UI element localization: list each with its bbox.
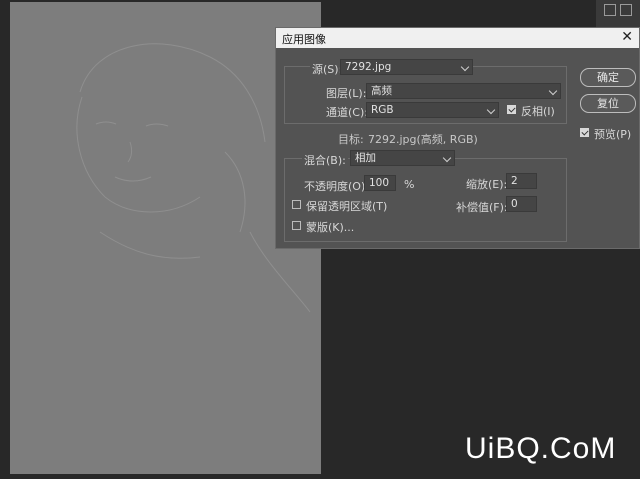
- scale-label: 缩放(E):: [466, 178, 508, 191]
- offset-value: 0: [511, 198, 518, 210]
- scale-value: 2: [511, 175, 518, 187]
- mask-label[interactable]: 蒙版(K)...: [306, 219, 354, 235]
- offset-label: 补偿值(F):: [456, 201, 508, 214]
- chevron-down-icon: [548, 86, 558, 96]
- panel-icon[interactable]: [620, 4, 632, 16]
- source-select[interactable]: 7292.jpg: [340, 59, 473, 75]
- preview-label[interactable]: 预览(P): [594, 126, 631, 142]
- target-label: 目标:: [338, 133, 364, 146]
- panel-icon[interactable]: [604, 4, 616, 16]
- layer-select[interactable]: 高频: [366, 83, 561, 99]
- target-value: 7292.jpg(高频, RGB): [368, 133, 478, 146]
- chevron-down-icon: [460, 62, 470, 72]
- opacity-input[interactable]: 100: [364, 175, 396, 191]
- close-icon[interactable]: ✕: [621, 29, 633, 45]
- reset-button[interactable]: 复位: [580, 94, 636, 113]
- dialog-title: 应用图像: [282, 33, 326, 46]
- opacity-label: 不透明度(O):: [304, 180, 369, 193]
- invert-label[interactable]: 反相(I): [521, 103, 555, 119]
- layer-value: 高频: [371, 85, 392, 97]
- apply-image-dialog: 应用图像 ✕ 源(S): 7292.jpg 图层(L): 高频 通道(C): R…: [275, 27, 640, 249]
- channel-value: RGB: [371, 104, 394, 116]
- channel-label: 通道(C):: [326, 106, 368, 119]
- dialog-titlebar[interactable]: 应用图像 ✕: [276, 28, 639, 48]
- opacity-value: 100: [369, 177, 390, 189]
- source-value: 7292.jpg: [345, 61, 392, 73]
- chevron-down-icon: [442, 153, 452, 163]
- invert-checkbox[interactable]: [507, 105, 516, 114]
- preserve-transparency-label[interactable]: 保留透明区域(T): [306, 198, 387, 214]
- chevron-down-icon: [486, 105, 496, 115]
- preserve-transparency-checkbox[interactable]: [292, 200, 301, 209]
- watermark-logo: UiBQ.CoM: [465, 432, 617, 465]
- opacity-unit: %: [404, 178, 415, 191]
- channel-select[interactable]: RGB: [366, 102, 499, 118]
- layer-label: 图层(L):: [326, 87, 367, 100]
- offset-input[interactable]: 0: [506, 196, 537, 212]
- ok-button[interactable]: 确定: [580, 68, 636, 87]
- blending-select[interactable]: 相加: [350, 150, 455, 166]
- blending-value: 相加: [355, 152, 376, 164]
- mask-checkbox[interactable]: [292, 221, 301, 230]
- preview-checkbox[interactable]: [580, 128, 589, 137]
- blending-label: 混合(B):: [302, 152, 348, 168]
- panel-strip: [596, 0, 640, 30]
- scale-input[interactable]: 2: [506, 173, 537, 189]
